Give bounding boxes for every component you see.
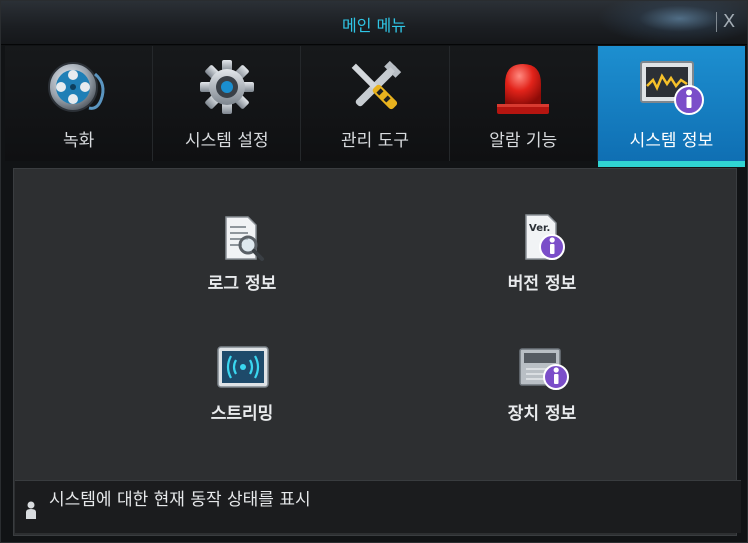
tab-management-tools-label: 관리 도구 <box>341 131 409 151</box>
system-info-icon <box>640 61 705 115</box>
tab-alarm-function-label: 알람 기능 <box>489 131 558 151</box>
version-info-label: 버전 정보 <box>507 274 577 294</box>
streaming-icon <box>217 346 269 388</box>
tab-bar: 녹화 시스템 설정 관리 도구 알람 기능 시스템 정보 <box>5 46 746 167</box>
device-info-item[interactable]: 장치 정보 <box>442 343 642 453</box>
film-reel-icon <box>47 62 105 112</box>
version-info-item[interactable]: Ver. 버전 정보 <box>442 213 642 323</box>
window-title: 메인 메뉴 <box>342 16 406 35</box>
alarm-light-icon <box>497 64 550 114</box>
status-message: 시스템에 대한 현재 동작 상태를 표시 <box>49 490 311 510</box>
svg-text:Ver.: Ver. <box>529 223 550 234</box>
close-button[interactable]: X <box>719 9 739 35</box>
tab-system-settings[interactable]: 시스템 설정 <box>153 46 302 161</box>
tab-recording-label: 녹화 <box>62 131 95 151</box>
streaming-label: 스트리밍 <box>210 404 274 424</box>
person-icon <box>26 501 36 519</box>
tab-alarm-function[interactable]: 알람 기능 <box>449 46 598 161</box>
title-bar: 메인 메뉴 X <box>1 1 747 45</box>
tab-system-settings-label: 시스템 설정 <box>185 131 269 151</box>
gear-icon <box>199 60 254 114</box>
tab-management-tools[interactable]: 관리 도구 <box>301 46 450 161</box>
tab-system-info[interactable]: 시스템 정보 <box>597 46 746 167</box>
version-info-icon: Ver. <box>525 214 565 260</box>
device-info-icon <box>519 348 569 390</box>
streaming-item[interactable]: 스트리밍 <box>142 343 342 453</box>
log-info-label: 로그 정보 <box>207 274 277 294</box>
main-menu-window: 메인 메뉴 X 녹화 시스템 설정 관리 도구 알람 기능 시스템 정보 로그 … <box>0 0 748 543</box>
tab-system-info-label: 시스템 정보 <box>629 131 714 151</box>
tools-icon <box>351 60 402 110</box>
log-info-item[interactable]: 로그 정보 <box>142 213 342 323</box>
tab-recording[interactable]: 녹화 <box>5 46 154 161</box>
device-info-label: 장치 정보 <box>507 404 577 424</box>
status-bar: 시스템에 대한 현재 동작 상태를 표시 <box>15 480 741 533</box>
title-separator <box>716 12 717 32</box>
log-search-icon <box>225 216 264 261</box>
